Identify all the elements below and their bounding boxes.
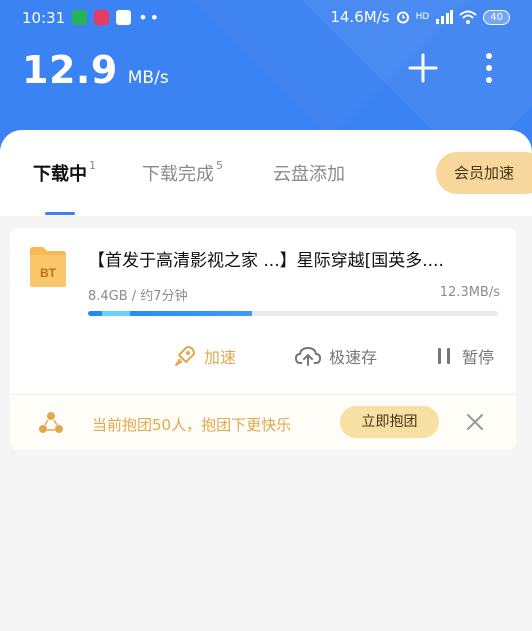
vip-accelerate-button[interactable]: 会员加速 (436, 152, 532, 194)
network-speed: 14.6M/s (330, 8, 390, 26)
pause-label: 暂停 (462, 348, 495, 367)
close-icon[interactable] (466, 413, 484, 431)
speed-unit: MB/s (127, 68, 169, 88)
tab-downloading[interactable]: 下载中 1 (33, 159, 96, 186)
add-download-button[interactable] (407, 52, 439, 84)
tab-bar: 下载中 1 下载完成 5 云盘添加 会员加速 (0, 130, 532, 216)
bt-file-icon: BT (30, 247, 66, 287)
accelerate-label: 加速 (204, 348, 237, 367)
alarm-icon (396, 11, 409, 24)
group-promo-text: 当前抱团50人，抱团下更快乐 (92, 416, 292, 434)
status-time: 10:31 (22, 8, 66, 27)
tab-count: 5 (216, 159, 223, 172)
download-progress-fill (88, 311, 252, 316)
pause-button[interactable]: 暂停 (436, 344, 494, 368)
pause-icon (438, 348, 450, 364)
file-title: 【首发于高清影视之家 ...】星际穿越[国英多.... (88, 251, 444, 271)
signal-icon (436, 10, 454, 24)
tab-cloud-add[interactable]: 云盘添加 (273, 160, 345, 186)
app-notification-icon (72, 10, 88, 25)
active-tab-indicator (45, 212, 75, 215)
rocket-icon (175, 346, 195, 366)
accelerate-button[interactable]: 加速 (174, 344, 236, 368)
header: 10:31 •• 14.6M/s HD 40 12.9 MB/s (0, 0, 532, 150)
app-notification-icon (94, 10, 110, 25)
tab-label: 下载完成 (142, 164, 214, 185)
more-options-icon[interactable] (477, 50, 501, 86)
group-icon (39, 412, 63, 433)
app-notification-icon (116, 10, 132, 25)
battery-indicator: 40 (483, 9, 510, 25)
fast-save-button[interactable]: 极速存 (295, 344, 377, 368)
status-bar: 10:31 •• 14.6M/s HD 40 (0, 0, 532, 36)
total-speed: 12.9 MB/s (22, 48, 169, 92)
cloud-upload-icon (295, 346, 321, 366)
speed-value: 12.9 (22, 48, 118, 92)
tab-label: 下载中 (33, 164, 87, 185)
hd-badge: HD (415, 12, 430, 22)
tab-completed[interactable]: 下载完成 5 (142, 159, 223, 186)
join-group-button[interactable]: 立即抱团 (340, 406, 439, 438)
fast-save-label: 极速存 (329, 348, 378, 367)
group-promo-bar: 当前抱团50人，抱团下更快乐 立即抱团 (10, 395, 516, 450)
wifi-icon (459, 10, 477, 24)
file-download-speed: 12.3MB/s (439, 285, 500, 300)
download-progress-bar (88, 311, 498, 316)
file-size-eta: 8.4GB / 约7分钟 (88, 289, 188, 304)
more-notifications-icon: •• (138, 8, 162, 27)
bt-label: BT (40, 266, 57, 280)
tab-label: 云盘添加 (273, 164, 345, 185)
tab-count: 1 (89, 159, 96, 172)
download-item-card[interactable]: BT 【首发于高清影视之家 ...】星际穿越[国英多.... 8.4GB / 约… (10, 228, 516, 450)
